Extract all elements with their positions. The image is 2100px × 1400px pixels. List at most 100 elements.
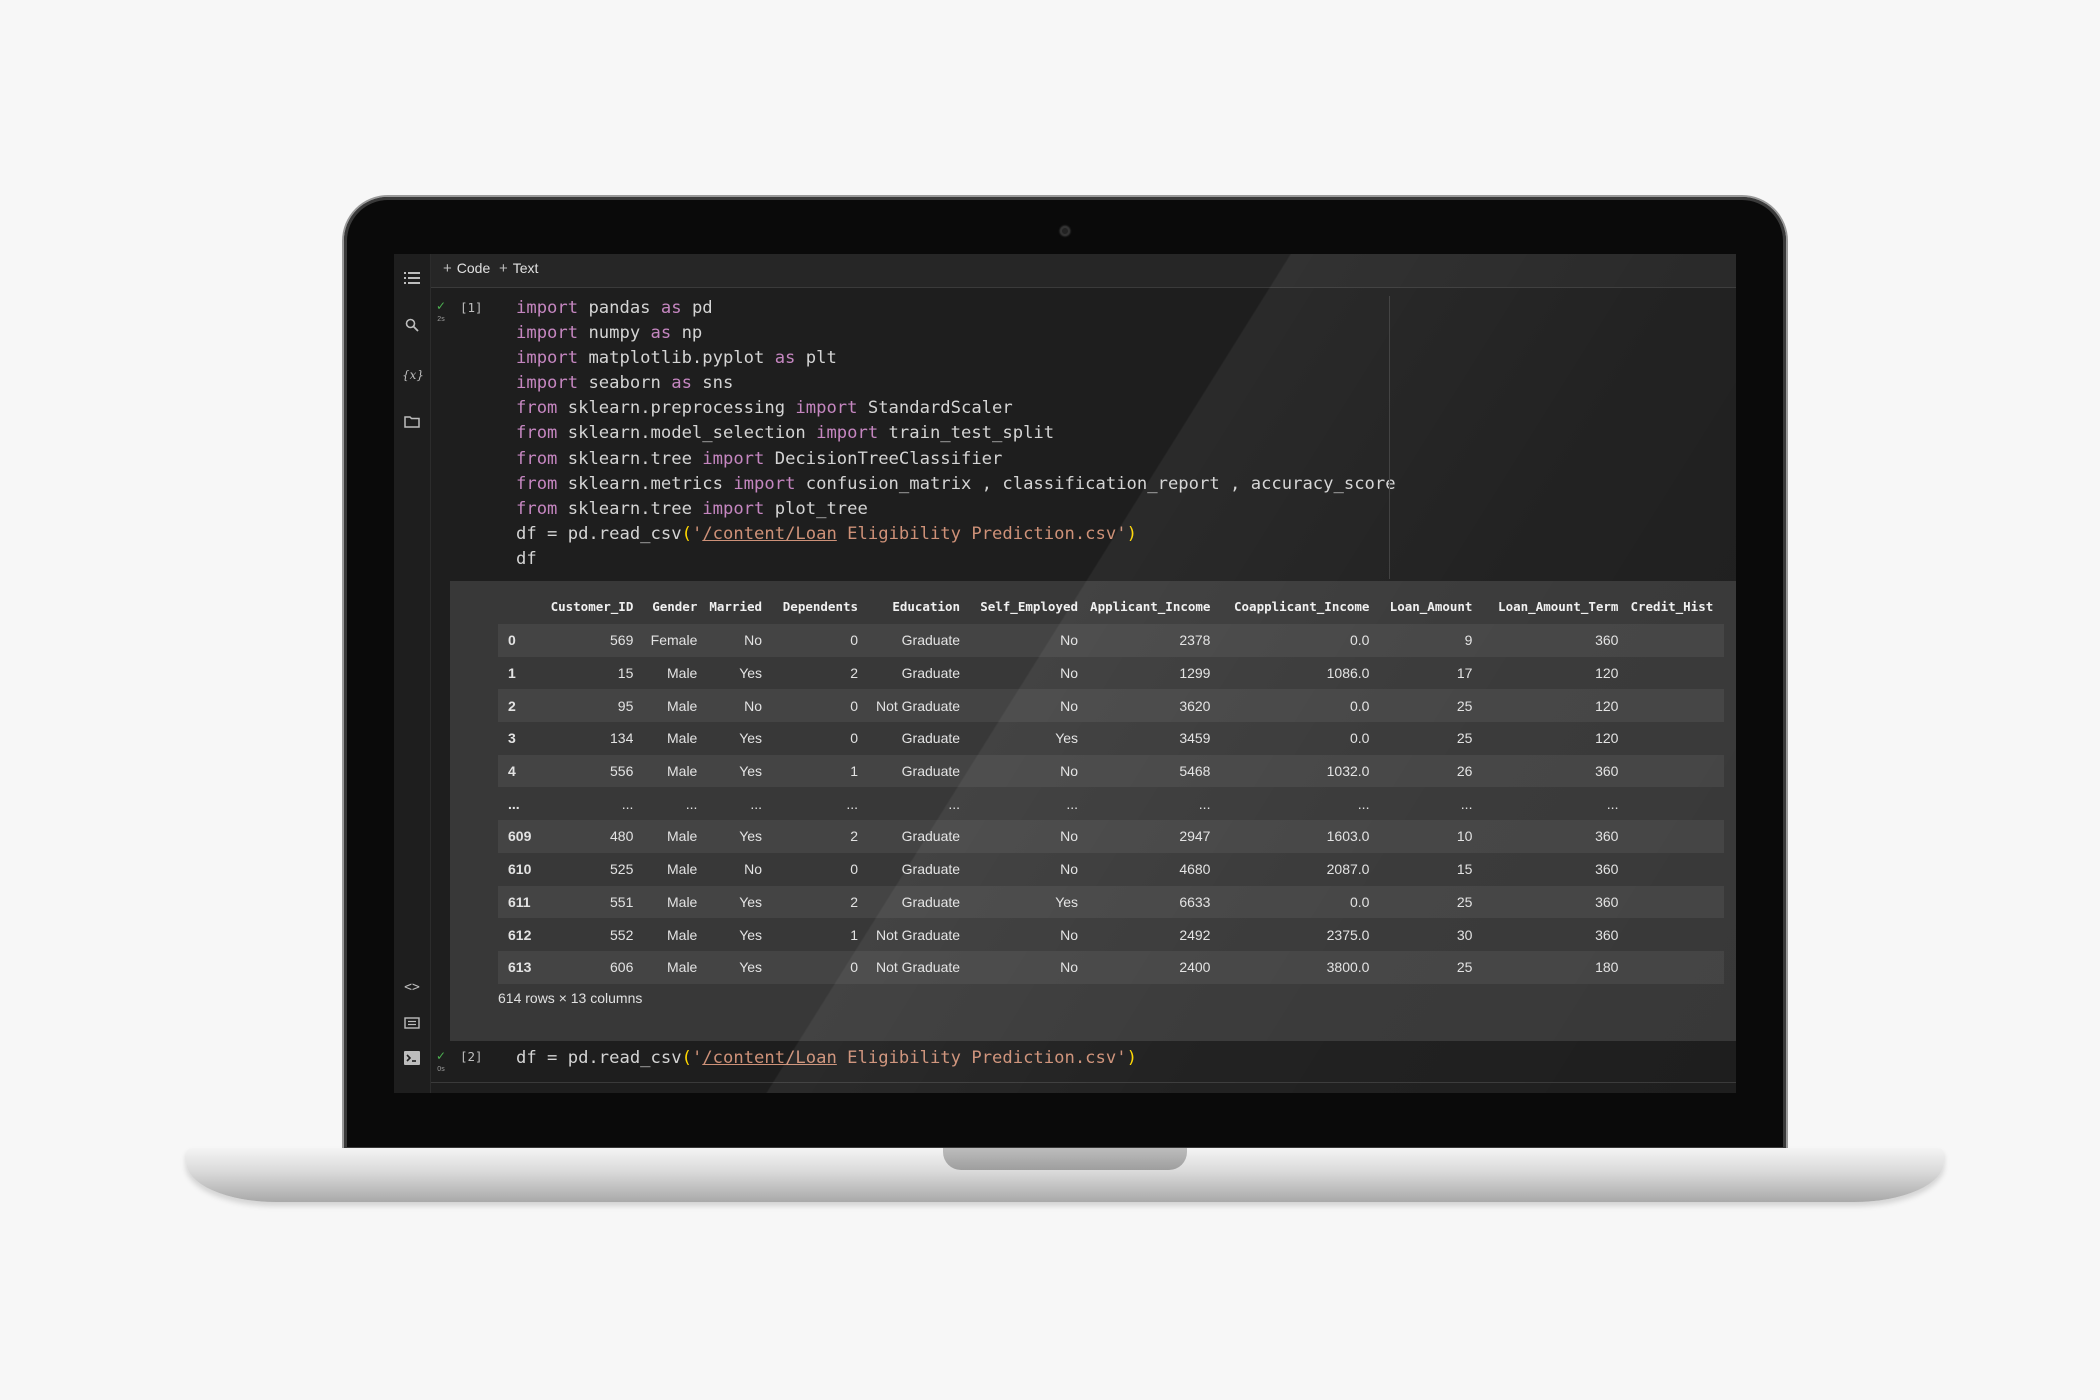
row-index: 611	[508, 893, 531, 910]
row-index: 3	[508, 730, 516, 747]
variables-icon[interactable]: {x}	[402, 365, 424, 385]
table-row: 609 480 Male Yes 2 Graduate No 2947 1603.0 10 360	[498, 820, 1725, 853]
column-header: Customer_ID	[550, 599, 634, 614]
table-cell: 17	[1456, 665, 1473, 682]
table-cell: Male	[667, 861, 698, 878]
table-cell: 10	[1456, 828, 1473, 845]
code-token: Eligibility Prediction.csv'	[836, 1048, 1127, 1068]
status-bar-divider	[431, 1082, 1736, 1083]
execution-count: [2]	[460, 1049, 483, 1064]
code-token: sklearn.tree	[557, 498, 703, 519]
code-token: from	[516, 473, 558, 494]
code-token: confusion_matrix , classification_report…	[795, 473, 1396, 494]
table-cell: 0	[850, 959, 859, 976]
code-token: sklearn.metrics	[557, 473, 734, 494]
column-header: Credit_Hist	[1630, 599, 1714, 614]
column-header: Dependents	[782, 599, 859, 614]
code-snippets-icon[interactable]: <>	[402, 978, 422, 998]
table-cell	[1624, 951, 1724, 984]
table-cell: 1299	[1179, 665, 1211, 682]
add-text-button[interactable]: + Text	[499, 260, 538, 277]
code-line: from sklearn.preprocessing import Standa…	[516, 398, 1013, 418]
code-line: df = pd.read_csv('/content/Loan Eligibil…	[516, 524, 1137, 544]
table-cell: 480	[610, 828, 634, 845]
code-token: plt	[795, 348, 837, 369]
table-cell	[1624, 820, 1724, 853]
line-length-ruler	[1389, 296, 1390, 579]
table-cell	[1624, 624, 1724, 657]
cell-run-status[interactable]: ✓ 0s	[434, 1050, 448, 1076]
code-cell-editor[interactable]: import pandas as pd import numpy as np i…	[516, 296, 1396, 572]
code-token: import	[733, 473, 796, 494]
table-cell: Graduate	[901, 861, 961, 878]
table-cell: Graduate	[901, 730, 961, 747]
table-cell: ...	[1606, 795, 1619, 812]
search-icon[interactable]	[402, 317, 422, 337]
table-cell: 556	[610, 763, 634, 780]
code-token: from	[516, 423, 558, 444]
column-header: Coapplicant_Income	[1234, 599, 1370, 614]
code-line: import pandas as pd	[516, 298, 713, 318]
table-cell: 360	[1595, 632, 1619, 649]
command-palette-icon[interactable]	[402, 1014, 422, 1034]
code-token: from	[516, 398, 558, 419]
table-cell: 15	[617, 665, 634, 682]
add-code-button[interactable]: + Code	[443, 260, 490, 277]
table-cell: Not Graduate	[875, 697, 961, 714]
table-header-row: Customer_ID Gender Married Dependents Educat…	[498, 589, 1724, 624]
table-row: 613 606 Male Yes 0 Not Graduate No 2400 3800.0 25…	[498, 950, 1725, 984]
table-cell: Yes	[1055, 893, 1079, 910]
check-icon: ✓	[435, 1049, 447, 1063]
table-cell: ...	[846, 795, 859, 812]
table-cell: 1603.0	[1326, 828, 1370, 845]
column-header	[498, 589, 537, 624]
table-cell: Graduate	[901, 763, 961, 780]
terminal-icon[interactable]	[402, 1050, 422, 1070]
colab-screen: {x} <> + Code + Text ✓ 2s [1] import panda…	[394, 254, 1736, 1093]
code-token: sklearn.tree	[557, 448, 703, 469]
notebook-toolbar: + Code + Text	[431, 254, 1736, 288]
table-cell: 525	[610, 861, 634, 878]
left-sidebar: {x} <>	[394, 254, 431, 1093]
column-header: Loan_Amount	[1389, 599, 1473, 614]
code-cell-editor[interactable]: df = pd.read_csv('/content/Loan Eligibil…	[516, 1046, 1137, 1071]
table-cell: Yes	[739, 828, 763, 845]
table-row: 0 569 Female No 0 Graduate No 2378 0.0 9 360	[498, 624, 1725, 657]
table-cell: No	[744, 697, 763, 714]
table-cell: 95	[617, 697, 634, 714]
code-token: import	[702, 448, 765, 469]
table-cell	[1624, 918, 1724, 951]
code-token: )	[1126, 1048, 1137, 1068]
table-cell: 2	[850, 893, 859, 910]
code-token: import	[816, 423, 879, 444]
dataframe-table: Customer_ID Gender Married Dependents Educat…	[498, 589, 1725, 984]
table-cell	[1624, 722, 1724, 755]
table-cell: Yes	[739, 893, 763, 910]
table-cell: 2087.0	[1326, 861, 1370, 878]
table-cell: Male	[667, 893, 698, 910]
code-line: import seaborn as sns	[516, 373, 733, 393]
row-index: 4	[508, 763, 516, 780]
folder-icon[interactable]	[402, 413, 422, 433]
table-cell: 360	[1595, 763, 1619, 780]
table-cell	[1624, 755, 1724, 788]
table-cell: Yes	[739, 926, 763, 943]
table-cell: 552	[610, 926, 634, 943]
column-header: Loan_Amount_Term	[1498, 599, 1619, 614]
code-token: '	[691, 1048, 703, 1068]
cell-run-status[interactable]: ✓ 2s	[434, 300, 448, 326]
code-token: '	[691, 523, 703, 544]
table-cell: Male	[667, 828, 698, 845]
table-cell: 25	[1456, 959, 1473, 976]
webcam	[1060, 226, 1070, 236]
table-cell: Not Graduate	[875, 959, 961, 976]
table-cell: Graduate	[901, 632, 961, 649]
code-token: Eligibility Prediction.csv'	[836, 523, 1127, 544]
table-cell: Yes	[1055, 730, 1079, 747]
code-token: import	[795, 398, 858, 419]
table-cell: Male	[667, 730, 698, 747]
table-of-contents-icon[interactable]	[402, 270, 422, 290]
code-token: plot_tree	[764, 498, 868, 519]
row-index: 609	[508, 828, 532, 845]
code-line: import matplotlib.pyplot as plt	[516, 348, 837, 368]
